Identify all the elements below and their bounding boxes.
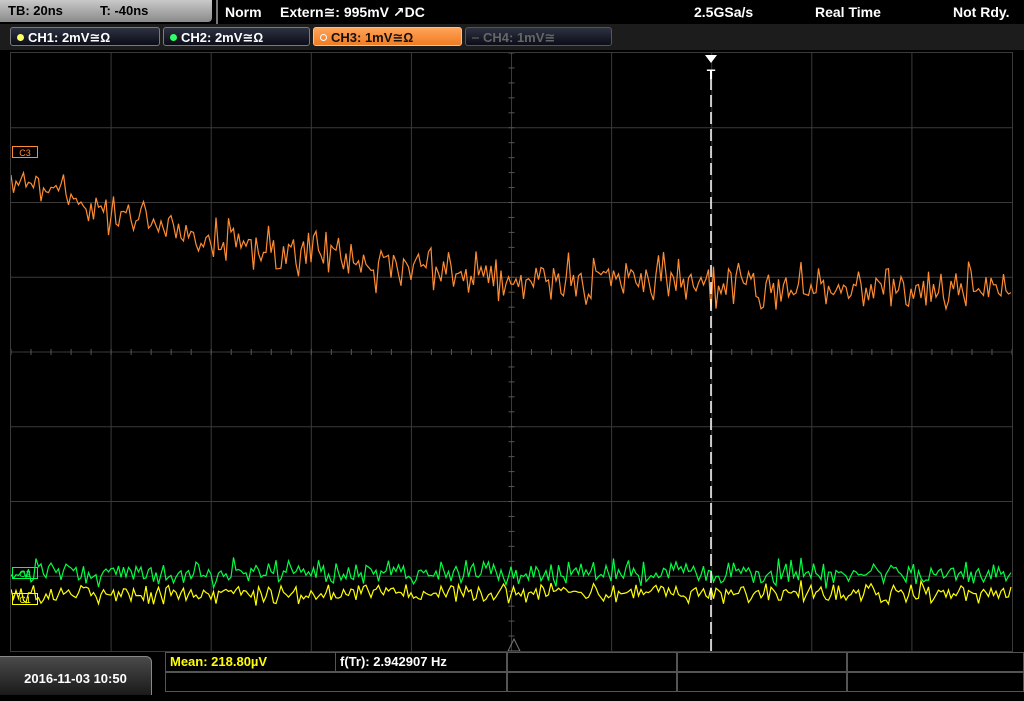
- trigger-source[interactable]: Extern≅: 995mV ↗DC: [280, 0, 425, 24]
- ch2-label: CH2: 2mV≅Ω: [181, 30, 264, 45]
- measurement-slot-9[interactable]: [847, 672, 1024, 692]
- acquisition-mode[interactable]: Real Time: [815, 0, 881, 24]
- tab-ch3[interactable]: CH3: 1mV≅Ω: [313, 27, 462, 46]
- ch4-indicator-icon: [472, 37, 479, 39]
- frequency-measurement[interactable]: f(Tr): 2.942907 Hz: [335, 652, 507, 672]
- center-marker-icon: [507, 637, 521, 651]
- measurement-slot-8[interactable]: [677, 672, 847, 692]
- timebase-readout: TB: 20ns: [8, 3, 63, 18]
- ch1-indicator-icon: [17, 34, 24, 41]
- waveform-display[interactable]: T C3 C2 C1: [10, 52, 1013, 652]
- graticule: [11, 53, 1012, 651]
- trigger-marker-label: T: [707, 66, 716, 82]
- trigger-time-readout: T: -40ns: [100, 3, 149, 18]
- waveform-canvas: T: [11, 53, 1012, 651]
- date-time: 2016-11-03 10:50: [0, 656, 152, 695]
- sample-rate[interactable]: 2.5GSa/s: [694, 0, 753, 24]
- tab-ch4[interactable]: CH4: 1mV≅: [465, 27, 612, 46]
- measurement-slot-4[interactable]: [677, 652, 847, 672]
- ch2-offset-marker[interactable]: C2: [12, 567, 38, 579]
- divider: [216, 0, 218, 24]
- trigger-position-marker-icon[interactable]: [705, 55, 717, 63]
- ch3-label: CH3: 1mV≅Ω: [331, 30, 414, 45]
- measurement-slot-7[interactable]: [507, 672, 677, 692]
- ch2-indicator-icon: [170, 34, 177, 41]
- timebase-panel[interactable]: TB: 20ns T: -40ns: [0, 0, 212, 22]
- measurement-slot-5[interactable]: [847, 652, 1024, 672]
- tab-ch2[interactable]: CH2: 2mV≅Ω: [163, 27, 310, 46]
- ch1-offset-marker[interactable]: C1: [12, 593, 38, 605]
- ch1-label: CH1: 2mV≅Ω: [28, 30, 111, 45]
- measurement-slot-6[interactable]: [165, 672, 507, 692]
- ch3-offset-marker[interactable]: C3: [12, 146, 38, 158]
- channel-bar: CH1: 2mV≅Ω CH2: 2mV≅Ω CH3: 1mV≅Ω CH4: 1m…: [0, 24, 1024, 50]
- measurement-slot-3[interactable]: [507, 652, 677, 672]
- status-bar: TB: 20ns T: -40ns Norm Extern≅: 995mV ↗D…: [0, 0, 1024, 24]
- trigger-mode[interactable]: Norm: [225, 0, 262, 24]
- tab-ch1[interactable]: CH1: 2mV≅Ω: [10, 27, 160, 46]
- ch3-indicator-icon: [320, 34, 327, 41]
- trigger-status: Not Rdy.: [953, 4, 1010, 20]
- ch4-label: CH4: 1mV≅: [483, 30, 556, 45]
